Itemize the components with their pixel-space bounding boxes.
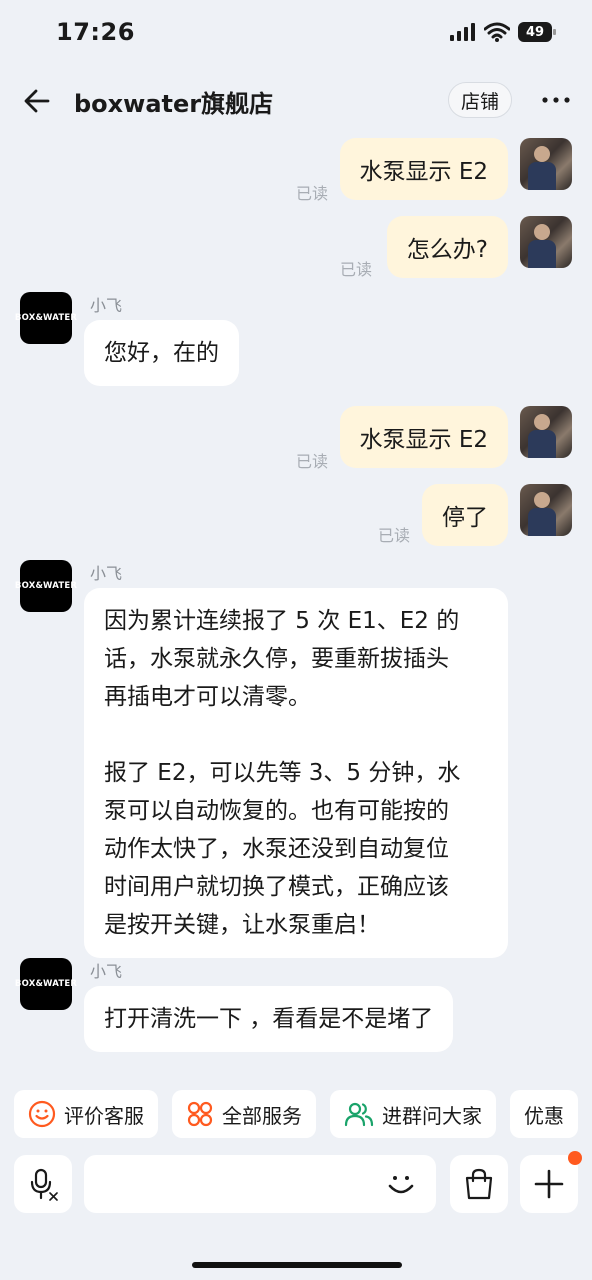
shop-avatar[interactable]: BOX&WATER bbox=[15, 958, 77, 1010]
chat-header: boxwater旗舰店 店铺 bbox=[0, 70, 592, 130]
status-bar: 17:26 49 bbox=[0, 0, 592, 66]
message-bubble[interactable]: 停了 bbox=[422, 484, 508, 546]
message-bubble[interactable]: 因为累计连续报了 5 次 E1、E2 的 话，水泵就永久停，要重新拔插头 再插电… bbox=[84, 588, 508, 958]
shop-avatar[interactable]: BOX&WATER bbox=[15, 560, 77, 612]
sender-name: 小飞 bbox=[90, 564, 123, 583]
status-icons: 49 bbox=[450, 22, 556, 42]
notification-dot bbox=[568, 1151, 582, 1165]
message-line: 是按开关键，让水泵重启！ bbox=[104, 912, 380, 938]
quick-actions: 评价客服 全部服务 进群问大家 优惠 bbox=[14, 1090, 592, 1138]
message-input[interactable] bbox=[84, 1155, 436, 1213]
more-options-icon[interactable] bbox=[540, 90, 572, 110]
grid-icon bbox=[187, 1101, 213, 1127]
user-avatar[interactable] bbox=[520, 138, 572, 190]
message-outgoing: 怎么办? bbox=[386, 216, 572, 278]
message-line: 时间用户就切换了模式，正确应该 bbox=[104, 874, 449, 900]
message-bubble[interactable]: 怎么办? bbox=[386, 216, 508, 278]
shopping-bag-icon bbox=[465, 1168, 493, 1200]
wifi-icon bbox=[484, 22, 510, 42]
voice-input-button[interactable] bbox=[14, 1155, 72, 1213]
message-line: 泵可以自动恢复的。也有可能按的 bbox=[104, 798, 449, 824]
home-indicator bbox=[192, 1262, 402, 1268]
chat-title: boxwater旗舰店 bbox=[74, 90, 274, 118]
quick-action-label: 评价客服 bbox=[64, 1103, 144, 1128]
message-line: 报了 E2，可以先等 3、5 分钟，水 bbox=[104, 760, 461, 786]
read-receipt: 已读 bbox=[378, 526, 411, 545]
message-line: 再插电才可以清零。 bbox=[104, 684, 311, 710]
quick-action-label: 优惠 bbox=[524, 1103, 564, 1128]
emoji-icon[interactable] bbox=[384, 1167, 418, 1201]
read-receipt: 已读 bbox=[296, 452, 329, 471]
user-avatar[interactable] bbox=[520, 216, 572, 268]
quick-action-label: 全部服务 bbox=[222, 1103, 302, 1128]
shop-button[interactable]: 店铺 bbox=[448, 82, 512, 118]
message-bubble[interactable]: 您好，在的 bbox=[84, 320, 239, 386]
rate-service-button[interactable]: 评价客服 bbox=[14, 1090, 158, 1138]
message-outgoing: 水泵显示 E2 bbox=[339, 406, 572, 468]
input-bar bbox=[0, 1150, 592, 1220]
message-paragraph: 报了 E2，可以先等 3、5 分钟，水 泵可以自动恢复的。也有可能按的 动作太快… bbox=[104, 754, 488, 944]
message-line: 因为累计连续报了 5 次 E1、E2 的 bbox=[104, 608, 460, 634]
user-avatar[interactable] bbox=[520, 484, 572, 536]
microphone-icon bbox=[30, 1168, 58, 1201]
shop-avatar[interactable]: BOX&WATER bbox=[15, 292, 77, 344]
more-actions-button[interactable] bbox=[520, 1151, 582, 1213]
message-paragraph: 因为累计连续报了 5 次 E1、E2 的 话，水泵就永久停，要重新拔插头 再插电… bbox=[104, 602, 488, 716]
message-outgoing: 水泵显示 E2 bbox=[339, 138, 572, 200]
message-bubble[interactable]: 水泵显示 E2 bbox=[339, 406, 508, 468]
plus-icon bbox=[534, 1169, 564, 1199]
all-services-button[interactable]: 全部服务 bbox=[172, 1090, 316, 1138]
status-time: 17:26 bbox=[56, 18, 135, 46]
message-line: 动作太快了，水泵还没到自动复位 bbox=[104, 836, 449, 862]
quick-action-label: 进群问大家 bbox=[382, 1103, 482, 1128]
smile-icon bbox=[28, 1100, 56, 1128]
read-receipt: 已读 bbox=[296, 184, 329, 203]
message-bubble[interactable]: 水泵显示 E2 bbox=[339, 138, 508, 200]
cellular-signal-icon bbox=[450, 23, 475, 41]
battery-icon: 49 bbox=[518, 22, 556, 42]
coupon-button[interactable]: 优惠 bbox=[510, 1090, 578, 1138]
message-outgoing: 停了 bbox=[422, 484, 572, 546]
join-group-button[interactable]: 进群问大家 bbox=[330, 1090, 496, 1138]
back-arrow-icon[interactable] bbox=[22, 86, 52, 116]
read-receipt: 已读 bbox=[340, 260, 373, 279]
group-icon bbox=[344, 1102, 374, 1127]
message-bubble[interactable]: 打开清洗一下 ，看看是不是堵了 bbox=[84, 986, 454, 1052]
sender-name: 小飞 bbox=[90, 296, 123, 315]
user-avatar[interactable] bbox=[520, 406, 572, 458]
product-button[interactable] bbox=[450, 1155, 508, 1213]
battery-level: 49 bbox=[525, 24, 545, 40]
message-line: 话，水泵就永久停，要重新拔插头 bbox=[104, 646, 449, 672]
sender-name: 小飞 bbox=[90, 962, 123, 981]
